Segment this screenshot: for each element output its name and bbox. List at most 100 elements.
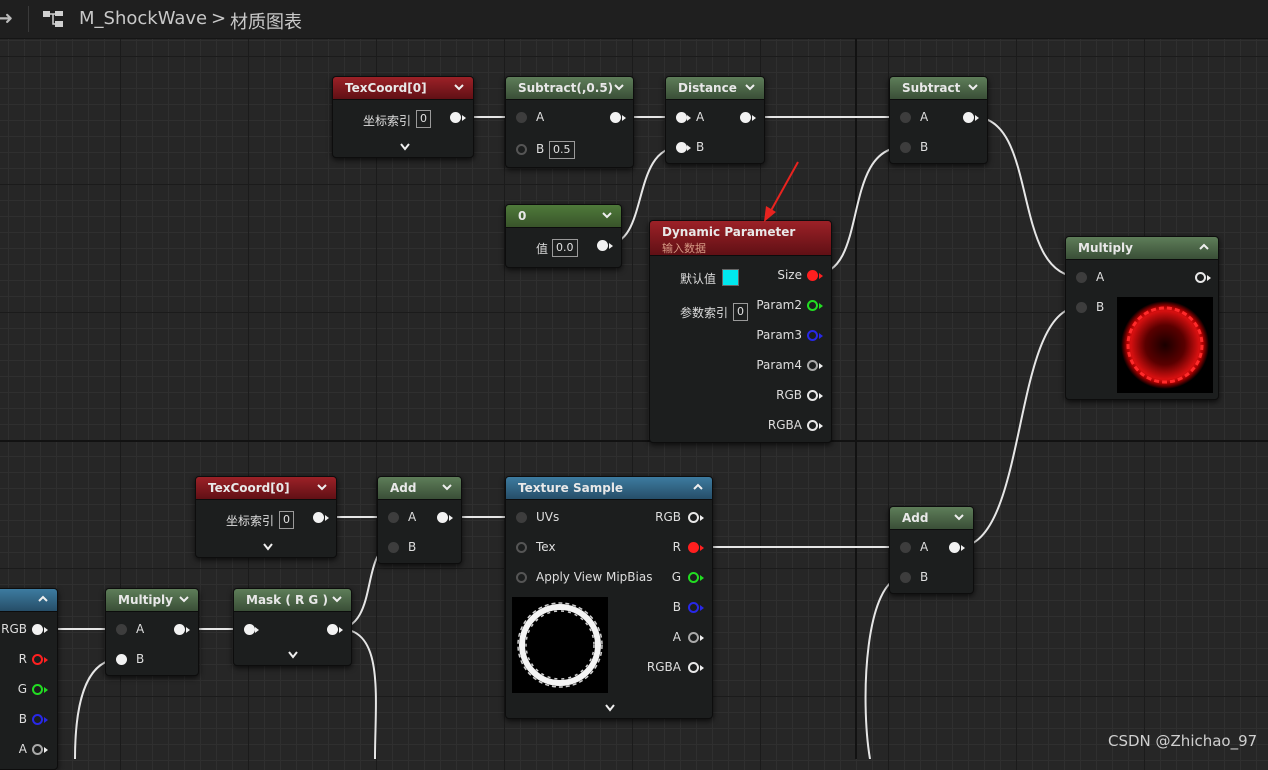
output-pin[interactable] [610, 112, 621, 123]
chevron-down-icon[interactable] [613, 81, 625, 93]
node-header[interactable]: Dynamic Parameter 输入数据 [650, 221, 831, 256]
output-pin-rgb[interactable] [688, 512, 699, 523]
output-pin-r[interactable] [688, 542, 699, 553]
node-constant[interactable]: 0 值 0.0 [505, 204, 622, 268]
output-pin-rgba[interactable] [688, 662, 699, 673]
input-pin-a[interactable] [516, 112, 527, 123]
node-header[interactable]: Distance [666, 77, 764, 100]
node-header[interactable]: Multiply [1066, 237, 1218, 260]
output-pin[interactable] [327, 624, 338, 635]
node-subtract-half[interactable]: Subtract(,0.5) A B 0.5 [505, 76, 634, 168]
input-pin-b[interactable] [388, 542, 399, 553]
node-dynamic-parameter[interactable]: Dynamic Parameter 输入数据 默认值 参数索引 0 Size P… [649, 220, 832, 443]
node-subtract[interactable]: Subtract A B [889, 76, 988, 164]
input-pin-b[interactable] [900, 572, 911, 583]
input-pin-b[interactable] [676, 142, 687, 153]
node-distance[interactable]: Distance A B [665, 76, 765, 164]
input-pin-a[interactable] [388, 512, 399, 523]
output-pin-b[interactable] [688, 602, 699, 613]
output-b-label: B [18, 712, 27, 726]
default-value-swatch[interactable] [722, 269, 739, 286]
input-pin-a[interactable] [1076, 272, 1087, 283]
value-field[interactable]: 0.0 [552, 239, 578, 257]
input-pin-uvs[interactable] [516, 512, 527, 523]
node-texcoord-bottom[interactable]: TexCoord[0] 坐标索引 0 [195, 476, 337, 558]
node-header[interactable]: Texture Sample [506, 477, 712, 500]
chevron-up-icon[interactable] [692, 481, 704, 493]
chevron-down-icon[interactable] [262, 543, 274, 551]
node-header[interactable]: Mask ( R G ) [234, 589, 351, 612]
output-pin[interactable] [740, 112, 751, 123]
input-pin-b[interactable] [900, 142, 911, 153]
node-header[interactable]: 0 [506, 205, 621, 228]
output-pin[interactable] [963, 112, 974, 123]
output-pin-param3[interactable] [807, 330, 818, 341]
node-header[interactable]: Subtract(,0.5) [506, 77, 633, 100]
chevron-down-icon[interactable] [601, 209, 613, 221]
node-mask-rg[interactable]: Mask ( R G ) [233, 588, 352, 666]
output-pin-b[interactable] [32, 714, 43, 725]
param-index-field[interactable]: 0 [733, 303, 748, 321]
output-pin-rgb[interactable] [32, 624, 43, 635]
output-pin-param4[interactable] [807, 360, 818, 371]
texture-thumbnail[interactable] [512, 597, 608, 693]
output-pin-a[interactable] [32, 744, 43, 755]
input-pin-a[interactable] [900, 542, 911, 553]
node-header[interactable]: TexCoord[0] [196, 477, 336, 500]
chevron-down-icon[interactable] [441, 481, 453, 493]
node-header[interactable]: Add [890, 507, 973, 530]
output-pin[interactable] [437, 512, 448, 523]
input-pin[interactable] [244, 624, 255, 635]
output-pin[interactable] [949, 542, 960, 553]
node-add-right[interactable]: Add A B [889, 506, 974, 594]
chevron-down-icon[interactable] [287, 651, 299, 659]
chevron-down-icon[interactable] [604, 704, 616, 712]
node-add-left[interactable]: Add A B [377, 476, 462, 564]
output-pin[interactable] [174, 624, 185, 635]
node-texcoord-top[interactable]: TexCoord[0] 坐标索引 0 [332, 76, 474, 158]
output-pin-a[interactable] [688, 632, 699, 643]
output-pin-g[interactable] [32, 684, 43, 695]
chevron-down-icon[interactable] [744, 81, 756, 93]
node-multiply-left[interactable]: Multiply A B [105, 588, 199, 676]
output-pin-g[interactable] [688, 572, 699, 583]
chevron-down-icon[interactable] [953, 511, 965, 523]
input-pin-a[interactable] [900, 112, 911, 123]
input-pin-tex[interactable] [516, 542, 527, 553]
input-pin-b[interactable] [116, 654, 127, 665]
chevron-down-icon[interactable] [453, 81, 465, 93]
b-value-field[interactable]: 0.5 [549, 141, 575, 159]
input-pin-b[interactable] [1076, 302, 1087, 313]
chevron-up-icon[interactable] [1198, 241, 1210, 253]
output-pin[interactable] [597, 240, 608, 251]
output-pin-size[interactable] [807, 270, 818, 281]
pin-arrow-icon [44, 687, 48, 693]
node-header[interactable]: Subtract [890, 77, 987, 100]
node-multiply-right[interactable]: Multiply A B [1065, 236, 1219, 400]
coordinate-index-field[interactable]: 0 [416, 110, 431, 128]
chevron-down-icon[interactable] [331, 593, 343, 605]
output-pin-r[interactable] [32, 654, 43, 665]
input-pin-mipbias[interactable] [516, 572, 527, 583]
node-header[interactable]: Multiply [106, 589, 198, 612]
node-texture-sample[interactable]: Texture Sample UVs Tex Apply View MipBia… [505, 476, 713, 719]
output-pin[interactable] [1195, 272, 1206, 283]
chevron-down-icon[interactable] [316, 481, 328, 493]
output-pin[interactable] [313, 512, 324, 523]
input-pin-a[interactable] [116, 624, 127, 635]
output-pin-rgba[interactable] [807, 420, 818, 431]
output-pin-rgb[interactable] [807, 390, 818, 401]
node-partial-left[interactable]: RGB R G B A [0, 588, 58, 770]
output-pin[interactable] [450, 112, 461, 123]
output-pin-param2[interactable] [807, 300, 818, 311]
coordinate-index-field[interactable]: 0 [279, 511, 294, 529]
node-header[interactable] [0, 589, 57, 612]
chevron-down-icon[interactable] [178, 593, 190, 605]
chevron-up-icon[interactable] [37, 593, 49, 605]
node-header[interactable]: Add [378, 477, 461, 500]
chevron-down-icon[interactable] [967, 81, 979, 93]
node-header[interactable]: TexCoord[0] [333, 77, 473, 100]
chevron-down-icon[interactable] [399, 143, 411, 151]
input-pin-b[interactable] [516, 144, 527, 155]
input-pin-a[interactable] [676, 112, 687, 123]
